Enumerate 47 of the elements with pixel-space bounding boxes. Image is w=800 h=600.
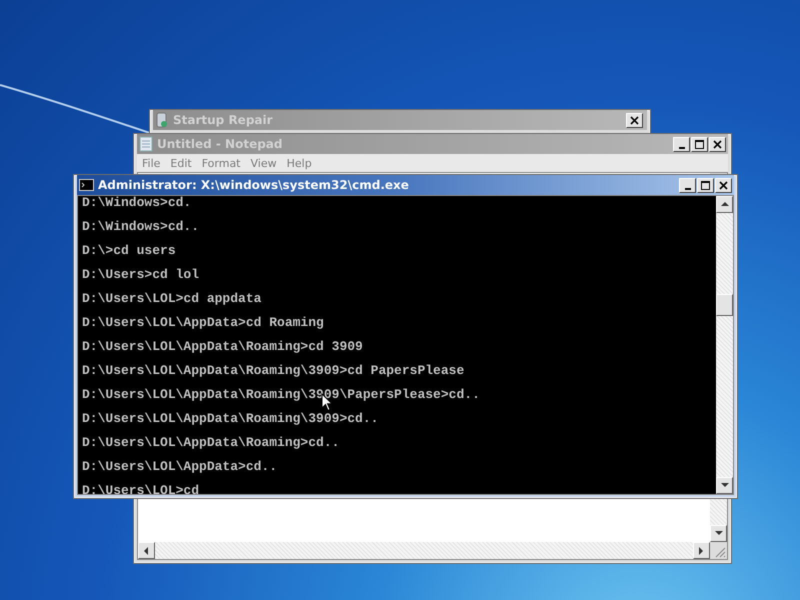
close-icon [713, 140, 722, 148]
console-icon [79, 179, 94, 191]
menu-item[interactable]: File [137, 156, 166, 170]
close-icon [719, 180, 728, 190]
menu-item[interactable]: View [246, 156, 282, 170]
scroll-left-button[interactable] [138, 542, 155, 559]
vertical-scrollbar[interactable] [710, 498, 727, 542]
scroll-down-button[interactable] [710, 525, 727, 542]
console-line: D:\Users\LOL>cd [82, 485, 200, 494]
maximize-icon [701, 180, 710, 190]
console-line: D:\Users\LOL\AppData\Roaming>cd.. [82, 437, 340, 449]
console-line: D:\Users\LOL\AppData\Roaming\3909>cd.. [82, 413, 380, 425]
scroll-right-button[interactable] [693, 542, 710, 559]
console-line: D:\Users\LOL\AppData\Roaming\3909>cd PapersPlease [82, 365, 466, 377]
maximize-button[interactable] [691, 136, 708, 152]
console-line: D:\Windows>cd.. [82, 221, 200, 233]
console-line: D:\Windows>cd. [82, 197, 192, 209]
minimize-icon [678, 146, 684, 148]
maximize-icon [695, 140, 704, 148]
minimize-button[interactable] [679, 178, 696, 192]
console-line: D:\>cd users [82, 245, 177, 257]
console-line: D:\Users\LOL\AppData>cd Roaming [82, 317, 325, 329]
scroll-down-button[interactable] [716, 477, 733, 494]
menu-item[interactable]: Help [282, 156, 317, 170]
close-icon [630, 116, 639, 124]
console-line: D:\Users\LOL\AppData\Roaming\3909\PapersPlease>cd.. [82, 389, 481, 401]
console-line: D:\Users\LOL>cd appdata [82, 293, 262, 305]
scroll-thumb[interactable] [716, 294, 733, 316]
maximize-button[interactable] [697, 178, 714, 192]
minimize-button[interactable] [673, 136, 690, 152]
horizontal-scrollbar[interactable] [138, 542, 710, 559]
close-button[interactable] [709, 136, 726, 152]
menu-item[interactable]: Edit [165, 156, 197, 170]
minimize-icon [684, 188, 690, 190]
console-line: D:\Users\LOL\AppData>cd.. [82, 461, 278, 473]
window-title: Untitled - Notepad [157, 137, 284, 151]
scroll-up-button[interactable] [716, 196, 733, 213]
close-button[interactable] [715, 178, 732, 192]
window-title: Startup Repair [173, 113, 274, 127]
console-line: D:\Users\LOL\AppData\Roaming>cd 3909 [82, 341, 364, 353]
console-line: D:\Users>cd lol [82, 269, 200, 281]
notepad-icon [139, 136, 153, 152]
window-title: Administrator: X:\windows\system32\cmd.exe [98, 178, 410, 192]
menu-item[interactable]: Format [196, 156, 246, 170]
close-button[interactable] [626, 112, 643, 128]
repair-tool-icon [155, 112, 169, 128]
vertical-scrollbar[interactable] [716, 196, 733, 494]
